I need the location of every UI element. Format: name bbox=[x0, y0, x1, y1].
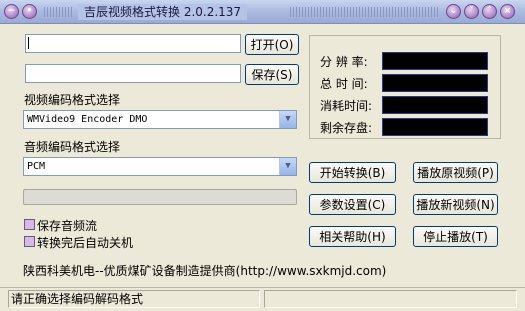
status-message: 请正确选择编码解码格式 bbox=[8, 290, 260, 308]
maximize-icon[interactable]: ˄ bbox=[482, 4, 497, 19]
title-grip-right bbox=[290, 7, 440, 17]
shade-icon[interactable]: ⌄ bbox=[446, 4, 461, 19]
minimize-icon[interactable]: ˅ bbox=[464, 4, 479, 19]
status-secondary bbox=[264, 290, 517, 308]
save-audio-label[interactable]: 保存音频流 bbox=[37, 217, 124, 234]
audio-codec-value: PCM bbox=[27, 161, 46, 172]
elapsed-time-value bbox=[382, 96, 488, 114]
total-time-value bbox=[382, 74, 488, 92]
total-time-label: 总 时 间: bbox=[320, 77, 368, 91]
pin-icon[interactable]: • bbox=[22, 4, 37, 19]
resolution-value bbox=[382, 52, 488, 70]
output-file-field[interactable] bbox=[25, 64, 241, 83]
video-codec-value: WMVideo9 Encoder DMO bbox=[27, 114, 148, 125]
play-new-button[interactable]: 播放新视频(N) bbox=[413, 194, 498, 215]
free-space-label: 剩余存盘: bbox=[320, 121, 373, 135]
conversion-progress-bar bbox=[23, 189, 297, 205]
play-original-button[interactable]: 播放原视频(P) bbox=[413, 162, 498, 183]
status-bar: 请正确选择编码解码格式 bbox=[0, 287, 525, 311]
menu-icon[interactable]: − bbox=[4, 4, 19, 19]
media-info-panel: 分 辨 率: 总 时 间: 消耗时间: 剩余存盘: bbox=[309, 35, 501, 139]
app-window: − • 吉辰视频格式转换 2.0.2.137 ⌄ ˅ ˄ × 打开(O) 保存(… bbox=[0, 0, 525, 311]
resolution-label: 分 辨 率: bbox=[320, 55, 368, 69]
audio-codec-select[interactable]: PCM ▼ bbox=[23, 157, 297, 176]
vendor-footer-text: 陕西科美机电--优质煤矿设备制造提供商(http://www.sxkmjd.co… bbox=[23, 264, 387, 278]
window-title: 吉辰视频格式转换 2.0.2.137 bbox=[78, 4, 248, 20]
auto-shutdown-checkbox[interactable] bbox=[24, 236, 35, 247]
text-caret bbox=[28, 37, 29, 49]
video-codec-select[interactable]: WMVideo9 Encoder DMO ▼ bbox=[23, 110, 297, 129]
elapsed-time-label: 消耗时间: bbox=[320, 99, 373, 113]
settings-button[interactable]: 参数设置(C) bbox=[309, 194, 396, 215]
close-icon[interactable]: × bbox=[500, 4, 515, 19]
chevron-down-icon[interactable]: ▼ bbox=[279, 158, 296, 175]
open-button[interactable]: 打开(O) bbox=[245, 34, 299, 55]
start-convert-button[interactable]: 开始转换(B) bbox=[309, 162, 396, 183]
save-button[interactable]: 保存(S) bbox=[245, 64, 299, 85]
stop-playback-button[interactable]: 停止播放(T) bbox=[413, 226, 498, 247]
chevron-down-icon[interactable]: ▼ bbox=[279, 111, 296, 128]
video-codec-label: 视频编码格式选择 bbox=[24, 93, 121, 107]
save-audio-checkbox[interactable] bbox=[24, 219, 35, 230]
audio-codec-label: 音频编码格式选择 bbox=[24, 140, 121, 154]
input-file-field[interactable] bbox=[25, 34, 241, 53]
title-bar[interactable]: − • 吉辰视频格式转换 2.0.2.137 ⌄ ˅ ˄ × bbox=[0, 0, 525, 24]
help-button[interactable]: 相关帮助(H) bbox=[309, 226, 396, 247]
auto-shutdown-label[interactable]: 转换完后自动关机 bbox=[37, 234, 136, 251]
free-space-value bbox=[382, 118, 488, 136]
title-grip-left bbox=[44, 7, 74, 17]
